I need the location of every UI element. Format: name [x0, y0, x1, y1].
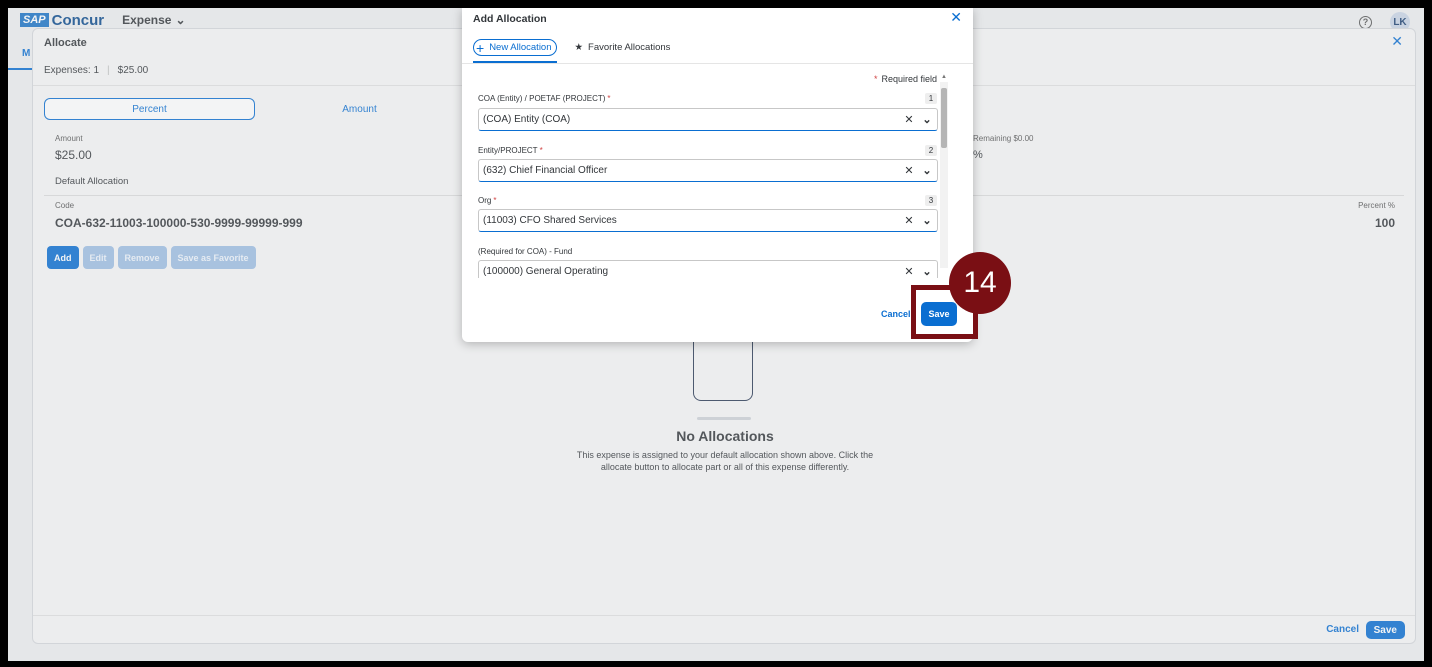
add-allocation-dialog: Add Allocation ✕ + New Allocation ★ Favo… [462, 8, 973, 342]
clear-icon[interactable]: ✕ [901, 113, 917, 126]
scrollbar-thumb[interactable] [941, 88, 947, 148]
combobox-value: (100000) General Operating [483, 266, 609, 277]
dialog-title: Add Allocation [473, 13, 547, 25]
combobox-value: (632) Chief Financial Officer [483, 165, 608, 176]
field-label-entity: Entity/PROJECT * [478, 146, 543, 155]
cancel-button[interactable]: Cancel [881, 309, 911, 319]
field-label-text: COA (Entity) / POETAF (PROJECT) [478, 94, 606, 103]
clear-icon[interactable]: ✕ [901, 164, 917, 177]
step-number-badge: 14 [949, 252, 1011, 314]
tab-label: New Allocation [489, 42, 552, 53]
field-number: 2 [925, 145, 937, 156]
close-icon[interactable]: ✕ [950, 9, 962, 26]
clear-icon[interactable]: ✕ [901, 265, 917, 278]
combobox-value: (11003) CFO Shared Services [483, 215, 617, 226]
field-label-org: Org * [478, 196, 496, 205]
field-label-text: Entity/PROJECT [478, 146, 538, 155]
tab-new-allocation[interactable]: + New Allocation [473, 39, 557, 56]
required-asterisk: * [493, 196, 497, 205]
dialog-tabs: + New Allocation ★ Favorite Allocations [473, 39, 670, 56]
field-label-fund: (Required for COA) - Fund [478, 247, 573, 256]
fund-combobox[interactable]: (100000) General Operating ✕ ⌄ [478, 260, 938, 278]
entity-combobox[interactable]: (632) Chief Financial Officer ✕ ⌄ [478, 159, 938, 182]
required-asterisk: * [539, 146, 543, 155]
required-field-note: * Required field [874, 74, 937, 84]
field-label-coa: COA (Entity) / POETAF (PROJECT) * [478, 94, 611, 103]
allocation-form: * Required field COA (Entity) / POETAF (P… [462, 66, 962, 278]
required-asterisk: * [607, 94, 611, 103]
tab-favorite-allocations[interactable]: ★ Favorite Allocations [575, 39, 671, 56]
star-icon: ★ [574, 42, 584, 53]
chevron-down-icon[interactable]: ⌄ [917, 113, 937, 126]
chevron-down-icon[interactable]: ⌄ [917, 164, 937, 177]
required-field-text: Required field [881, 74, 937, 84]
coa-combobox[interactable]: (COA) Entity (COA) ✕ ⌄ [478, 108, 938, 131]
scroll-up-icon[interactable]: ▲ [940, 74, 948, 82]
field-label-text: Org [478, 196, 492, 205]
org-combobox[interactable]: (11003) CFO Shared Services ✕ ⌄ [478, 209, 938, 232]
chevron-down-icon[interactable]: ⌄ [917, 265, 937, 278]
chevron-down-icon[interactable]: ⌄ [917, 214, 937, 227]
plus-icon: + [476, 39, 485, 56]
required-asterisk: * [873, 74, 878, 84]
combobox-value: (COA) Entity (COA) [483, 114, 571, 125]
tab-label: Favorite Allocations [588, 42, 671, 53]
clear-icon[interactable]: ✕ [901, 214, 917, 227]
divider [462, 63, 973, 64]
field-number: 3 [925, 195, 937, 206]
field-number: 1 [925, 93, 937, 104]
